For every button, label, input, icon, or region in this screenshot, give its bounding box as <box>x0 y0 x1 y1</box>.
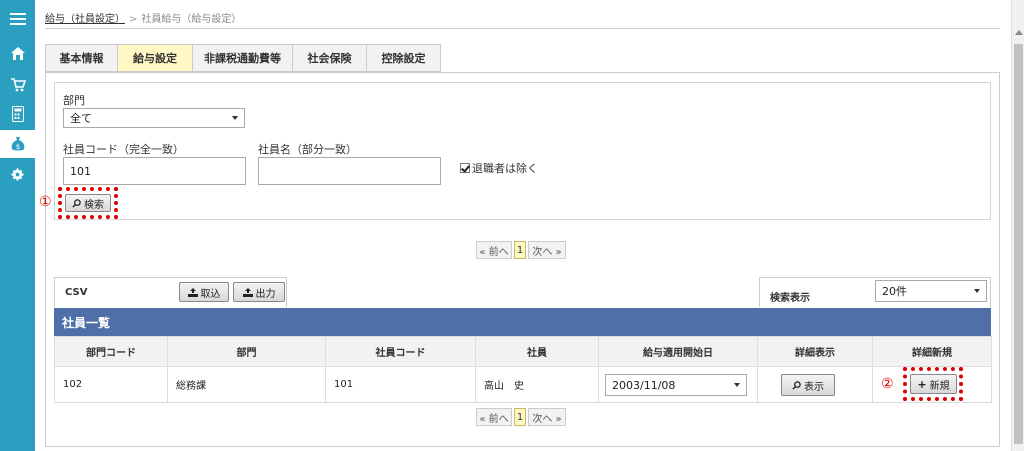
cell-dept: 総務課 <box>167 366 326 403</box>
employee-code-input[interactable]: 101 <box>63 157 246 185</box>
employee-name-label: 社員名（部分一致） <box>258 143 357 156</box>
exclude-retired-label: 退職者は除く <box>472 162 538 175</box>
employee-table: 部門コード 部門 社員コード 社員 給与適用開始日 詳細表示 詳細新規 102 … <box>54 336 992 403</box>
breadcrumb-parent-link[interactable]: 給与（社員設定） <box>45 14 125 25</box>
current-page-top[interactable]: 1 <box>514 241 526 259</box>
show-detail-label: 表示 <box>804 381 824 393</box>
cell-detail-new: ② + 新規 <box>872 366 992 403</box>
money-bag-icon[interactable]: $ <box>0 130 35 158</box>
sidebar: $ <box>0 0 35 451</box>
csv-toolbar: CSV 取込 出力 <box>54 277 287 307</box>
tab-salary-settings[interactable]: 給与設定 <box>117 44 192 72</box>
step-marker-1: ① <box>39 194 52 210</box>
cart-icon[interactable] <box>0 70 35 98</box>
chevron-down-icon <box>232 116 238 120</box>
csv-export-button[interactable]: 出力 <box>233 282 285 302</box>
column-header-detail-view: 詳細表示 <box>757 336 873 367</box>
calculator-icon[interactable] <box>0 100 35 128</box>
column-header-dept-code: 部門コード <box>54 336 168 367</box>
column-header-employee-code: 社員コード <box>325 336 476 367</box>
dept-select[interactable]: 全て <box>63 108 245 128</box>
display-count-box: 検索表示 20件 <box>759 277 991 307</box>
csv-label: CSV <box>65 287 88 298</box>
cell-detail-view: 表示 <box>757 366 873 403</box>
next-page-button-top[interactable]: 次へ » <box>528 241 566 259</box>
pagination-bottom: « 前へ 1 次へ » <box>476 408 568 426</box>
upload-icon <box>187 287 198 297</box>
content-panel: 部門 全て 社員コード（完全一致） 101 社員名（部分一致） 退職者は除く ①… <box>39 72 1000 447</box>
step-marker-2: ② <box>881 376 894 392</box>
home-icon[interactable] <box>0 39 35 67</box>
tab-social-insurance[interactable]: 社会保険 <box>292 44 366 72</box>
cell-employee-code: 101 <box>325 366 476 403</box>
employee-name-input[interactable] <box>258 157 441 185</box>
cell-dept-code: 102 <box>54 366 168 403</box>
breadcrumb-divider <box>45 28 1000 29</box>
column-header-detail-new: 詳細新規 <box>872 336 992 367</box>
breadcrumb-separator: > <box>129 14 138 25</box>
employee-code-label: 社員コード（完全一致） <box>63 143 184 156</box>
display-count-select[interactable]: 20件 <box>875 280 987 302</box>
tab-deduction-settings[interactable]: 控除設定 <box>366 44 441 72</box>
breadcrumb: 給与（社員設定） > 社員給与（給与設定） <box>45 10 241 25</box>
dept-label: 部門 <box>63 94 85 107</box>
main-content: 給与（社員設定） > 社員給与（給与設定） 基本情報 給与設定 非課税通勤費等 社会… <box>35 0 1011 451</box>
next-page-button-bottom[interactable]: 次へ » <box>528 408 566 426</box>
prev-page-button-bottom[interactable]: « 前へ <box>476 408 512 426</box>
new-detail-button[interactable]: + 新規 <box>910 374 957 394</box>
cell-employee-name: 高山 史 <box>475 366 599 403</box>
new-detail-label: 新規 <box>929 380 950 392</box>
column-header-start-date: 給与適用開始日 <box>598 336 758 367</box>
menu-icon[interactable] <box>0 5 35 33</box>
download-icon <box>242 287 253 297</box>
csv-import-button[interactable]: 取込 <box>179 282 229 302</box>
search-button-label: 検索 <box>84 199 104 211</box>
search-form: 部門 全て 社員コード（完全一致） 101 社員名（部分一致） 退職者は除く ①… <box>39 82 991 220</box>
column-header-employee: 社員 <box>475 336 599 367</box>
start-date-value: 2003/11/08 <box>612 378 676 392</box>
search-button[interactable]: 検索 <box>65 194 111 212</box>
tab-commute-allowance[interactable]: 非課税通勤費等 <box>192 44 292 72</box>
employee-list-title: 社員一覧 <box>54 308 991 336</box>
cell-start-date: 2003/11/08 <box>598 366 758 403</box>
table-row: 102 総務課 101 高山 史 2003/11/08 表示 ② + 新規 <box>54 366 992 403</box>
tab-basic-info[interactable]: 基本情報 <box>45 44 117 72</box>
column-header-dept: 部門 <box>167 336 326 367</box>
pagination-top: « 前へ 1 次へ » <box>476 241 568 259</box>
csv-import-label: 取込 <box>200 288 221 300</box>
search-icon <box>792 380 801 390</box>
display-count-label: 検索表示 <box>770 293 810 304</box>
scroll-up-icon[interactable] <box>1015 30 1023 35</box>
display-count-value: 20件 <box>882 285 907 298</box>
gear-icon[interactable] <box>0 160 35 188</box>
checkbox-checked-icon <box>460 163 470 173</box>
dept-select-value: 全て <box>70 112 92 125</box>
chevron-down-icon <box>974 289 980 293</box>
svg-text:$: $ <box>15 143 19 151</box>
start-date-select[interactable]: 2003/11/08 <box>605 374 747 396</box>
vertical-scrollbar[interactable] <box>1011 0 1024 451</box>
show-detail-button[interactable]: 表示 <box>781 374 835 396</box>
breadcrumb-current: 社員給与（給与設定） <box>141 14 242 25</box>
prev-page-button-top[interactable]: « 前へ <box>476 241 512 259</box>
scrollbar-thumb[interactable] <box>1014 44 1023 444</box>
plus-icon: + <box>917 377 927 391</box>
table-header-row: 部門コード 部門 社員コード 社員 給与適用開始日 詳細表示 詳細新規 <box>54 336 992 367</box>
search-icon <box>72 198 81 208</box>
current-page-bottom[interactable]: 1 <box>514 408 526 426</box>
csv-export-label: 出力 <box>255 288 276 300</box>
chevron-down-icon <box>734 383 740 387</box>
tab-bar: 基本情報 給与設定 非課税通勤費等 社会保険 控除設定 <box>45 44 441 72</box>
exclude-retired-checkbox[interactable]: 退職者は除く <box>460 160 538 176</box>
